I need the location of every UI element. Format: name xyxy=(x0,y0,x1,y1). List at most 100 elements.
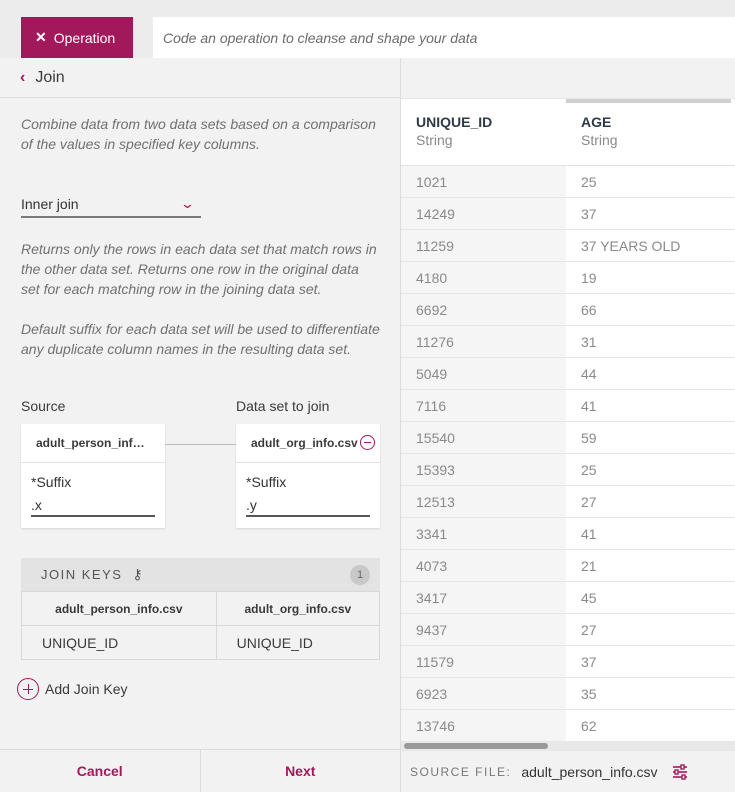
grid-header: UNIQUE_ID String AGE String xyxy=(401,99,735,166)
cell-unique-id[interactable]: 12513 xyxy=(401,486,566,517)
operation-button[interactable]: ✕ Operation xyxy=(21,17,133,58)
preview-grid: UNIQUE_ID String AGE String 1021 25 14249 3… xyxy=(401,99,735,742)
table-row[interactable]: 15540 59 xyxy=(401,422,735,454)
source-suffix-input[interactable]: .x xyxy=(31,495,155,517)
join-type-value: Inner join xyxy=(21,195,79,212)
cell-age[interactable]: 35 xyxy=(566,678,731,709)
table-row[interactable]: 3341 41 xyxy=(401,518,735,550)
cell-unique-id[interactable]: 5049 xyxy=(401,358,566,389)
cell-age[interactable]: 21 xyxy=(566,550,731,581)
table-row[interactable]: 4180 19 xyxy=(401,262,735,294)
table-row[interactable]: 5049 44 xyxy=(401,358,735,390)
operation-button-label: Operation xyxy=(53,29,116,46)
join-keys-header-row: adult_person_info.csv adult_org_info.csv xyxy=(21,591,381,626)
cell-unique-id[interactable]: 11276 xyxy=(401,326,566,357)
cell-age[interactable]: 41 xyxy=(566,518,731,549)
cell-age[interactable]: 45 xyxy=(566,582,731,613)
join-keys-table: adult_person_info.csv adult_org_info.csv… xyxy=(21,591,381,660)
cell-age[interactable]: 37 xyxy=(566,646,731,677)
table-row[interactable]: 14249 37 xyxy=(401,198,735,230)
table-row[interactable]: 3417 45 xyxy=(401,582,735,614)
table-row[interactable]: 11276 31 xyxy=(401,326,735,358)
cell-unique-id[interactable]: 6692 xyxy=(401,294,566,325)
chevron-down-icon: ⌄ xyxy=(179,195,196,211)
join-suffix-input[interactable]: .y xyxy=(246,495,370,517)
add-join-key-label: Add Join Key xyxy=(45,681,128,697)
remove-dataset-icon[interactable] xyxy=(360,435,375,450)
table-row[interactable]: 6692 66 xyxy=(401,294,735,326)
cell-unique-id[interactable]: 13746 xyxy=(401,710,566,741)
breadcrumb-label: Join xyxy=(35,68,65,86)
column-name: AGE xyxy=(581,114,612,130)
plus-circle-icon xyxy=(17,678,39,700)
cell-age[interactable]: 37 YEARS OLD xyxy=(566,230,731,261)
scrollbar-thumb[interactable] xyxy=(404,743,548,749)
column-name: UNIQUE_ID xyxy=(416,114,493,130)
cell-age[interactable]: 25 xyxy=(566,166,731,197)
cell-unique-id[interactable]: 7116 xyxy=(401,390,566,421)
connector-line xyxy=(165,444,236,445)
cell-unique-id[interactable]: 1021 xyxy=(401,166,566,197)
settings-sliders-icon[interactable] xyxy=(672,763,688,780)
column-header-age[interactable]: AGE String xyxy=(566,99,731,165)
table-row[interactable]: 11259 37 YEARS OLD xyxy=(401,230,735,262)
data-preview: UNIQUE_ID String AGE String 1021 25 14249 3… xyxy=(401,58,735,792)
cell-age[interactable]: 27 xyxy=(566,486,731,517)
table-row[interactable]: 15393 25 xyxy=(401,454,735,486)
add-join-key-button[interactable]: Add Join Key xyxy=(17,678,128,700)
suffix-description: Default suffix for each data set will be… xyxy=(21,321,380,357)
table-row[interactable]: 9437 27 xyxy=(401,614,735,646)
cell-age[interactable]: 31 xyxy=(566,326,731,357)
column-header-unique-id[interactable]: UNIQUE_ID String xyxy=(401,99,566,165)
table-row[interactable]: 13746 62 xyxy=(401,710,735,742)
cell-unique-id[interactable]: 11259 xyxy=(401,230,566,261)
cell-unique-id[interactable]: 4180 xyxy=(401,262,566,293)
preview-toolbar xyxy=(401,58,735,99)
cell-unique-id[interactable]: 11579 xyxy=(401,646,566,677)
table-row[interactable]: 4073 21 xyxy=(401,550,735,582)
cell-unique-id[interactable]: 3341 xyxy=(401,518,566,549)
horizontal-scrollbar[interactable] xyxy=(401,741,735,751)
code-operation-input[interactable]: Code an operation to cleanse and shape y… xyxy=(153,17,735,58)
join-key-join-cell[interactable]: UNIQUE_ID xyxy=(215,625,381,660)
join-description: Combine data from two data sets based on… xyxy=(21,116,376,152)
table-row[interactable]: 7116 41 xyxy=(401,390,735,422)
cell-unique-id[interactable]: 6923 xyxy=(401,678,566,709)
next-button[interactable]: Next xyxy=(199,750,401,792)
cell-age[interactable]: 19 xyxy=(566,262,731,293)
close-icon: ✕ xyxy=(35,29,47,45)
join-key-source-cell[interactable]: UNIQUE_ID xyxy=(21,625,217,660)
cell-age[interactable]: 37 xyxy=(566,198,731,229)
cell-age[interactable]: 27 xyxy=(566,614,731,645)
join-panel: ‹ Join Combine data from two data sets b… xyxy=(0,58,401,792)
breadcrumb[interactable]: ‹ Join xyxy=(0,58,400,98)
cell-unique-id[interactable]: 3417 xyxy=(401,582,566,613)
cell-age[interactable]: 62 xyxy=(566,710,731,741)
join-keys-col-join: adult_org_info.csv xyxy=(215,591,381,626)
cell-age[interactable]: 59 xyxy=(566,422,731,453)
table-row[interactable]: 11579 37 xyxy=(401,646,735,678)
cell-unique-id[interactable]: 15393 xyxy=(401,454,566,485)
join-suffix-label: *Suffix xyxy=(246,474,287,490)
cell-age[interactable]: 41 xyxy=(566,390,731,421)
cancel-button[interactable]: Cancel xyxy=(0,750,200,792)
cell-age[interactable]: 66 xyxy=(566,294,731,325)
cell-age[interactable]: 25 xyxy=(566,454,731,485)
table-row[interactable]: 12513 27 xyxy=(401,486,735,518)
join-dataset-name: adult_org_info.csv xyxy=(236,424,380,463)
join-keys-count-badge: 1 xyxy=(350,565,370,585)
join-type-select[interactable]: Inner join ⌄ xyxy=(21,191,201,218)
cell-unique-id[interactable]: 9437 xyxy=(401,614,566,645)
cell-unique-id[interactable]: 15540 xyxy=(401,422,566,453)
table-row[interactable]: 1021 25 xyxy=(401,166,735,198)
join-key-row[interactable]: UNIQUE_ID UNIQUE_ID xyxy=(21,625,381,660)
cell-unique-id[interactable]: 4073 xyxy=(401,550,566,581)
table-row[interactable]: 6923 35 xyxy=(401,678,735,710)
join-keys-header: JOIN KEYS ⚷ 1 xyxy=(21,558,380,591)
cell-unique-id[interactable]: 14249 xyxy=(401,198,566,229)
column-type: String xyxy=(581,132,618,148)
chevron-left-icon[interactable]: ‹ xyxy=(20,69,25,87)
source-file-name: adult_person_info.csv xyxy=(521,763,658,780)
cell-age[interactable]: 44 xyxy=(566,358,731,389)
join-dataset-label: Data set to join xyxy=(236,398,330,414)
